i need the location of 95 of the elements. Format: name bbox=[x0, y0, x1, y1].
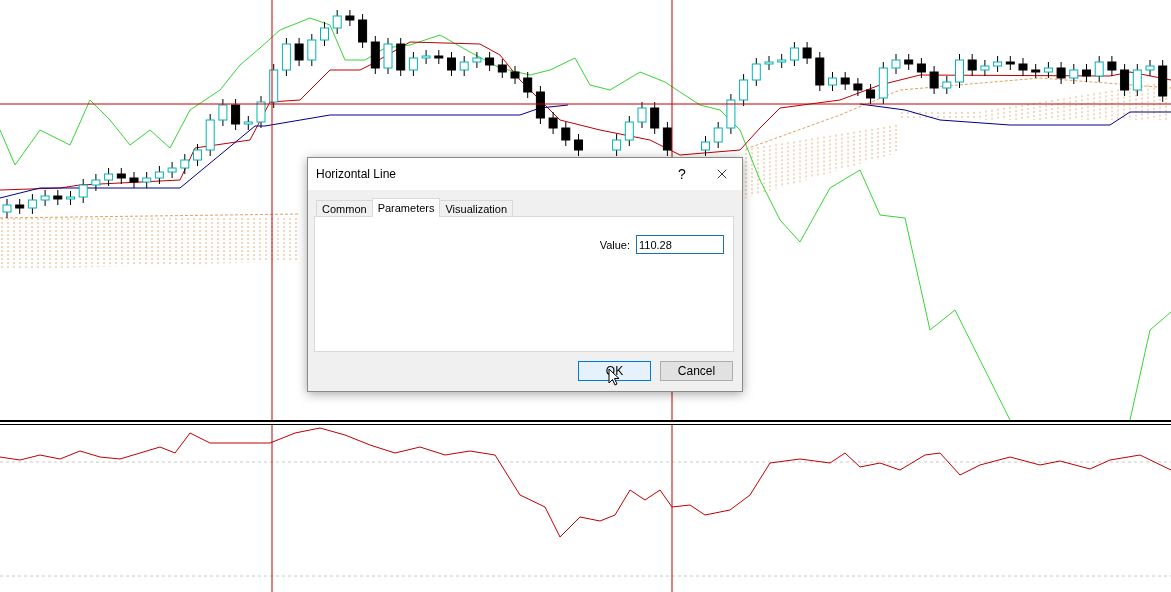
candle bbox=[866, 83, 876, 105]
candle bbox=[1145, 59, 1155, 77]
candle bbox=[624, 115, 634, 147]
help-button[interactable]: ? bbox=[662, 158, 702, 190]
candle bbox=[193, 143, 202, 167]
candle bbox=[739, 73, 749, 107]
tab[interactable]: Visualization bbox=[439, 200, 514, 217]
candle bbox=[294, 37, 304, 67]
candle bbox=[1132, 63, 1142, 97]
candle bbox=[154, 165, 164, 185]
candle bbox=[1120, 63, 1130, 97]
candle bbox=[726, 93, 736, 135]
candle bbox=[231, 98, 241, 131]
candle bbox=[142, 171, 152, 189]
candle bbox=[256, 95, 266, 129]
candle bbox=[129, 171, 139, 189]
candle bbox=[78, 178, 88, 204]
candle bbox=[840, 71, 850, 91]
candle bbox=[205, 113, 215, 157]
candle bbox=[447, 51, 456, 77]
candle bbox=[91, 173, 101, 192]
value-field[interactable]: 110.28 bbox=[636, 235, 724, 254]
candle bbox=[1107, 55, 1117, 77]
candle bbox=[802, 41, 812, 65]
candle bbox=[789, 41, 799, 67]
candle bbox=[878, 61, 888, 105]
candle bbox=[1005, 55, 1015, 71]
candle bbox=[459, 55, 469, 77]
candle bbox=[980, 59, 990, 77]
candle bbox=[167, 161, 177, 179]
candle bbox=[764, 55, 774, 71]
candle bbox=[955, 53, 964, 89]
candle bbox=[485, 51, 495, 72]
candle bbox=[180, 153, 190, 175]
tab[interactable]: Parameters bbox=[371, 198, 441, 217]
candle bbox=[281, 37, 291, 77]
candle bbox=[1043, 61, 1053, 79]
candle bbox=[396, 37, 406, 77]
candle bbox=[916, 57, 926, 79]
candle bbox=[40, 189, 50, 207]
candle bbox=[510, 65, 520, 85]
candle bbox=[15, 198, 25, 215]
candle bbox=[751, 57, 761, 87]
candle bbox=[383, 37, 393, 75]
candle bbox=[1069, 63, 1079, 85]
candle bbox=[853, 77, 863, 97]
candle bbox=[27, 193, 37, 215]
candle bbox=[116, 167, 126, 185]
candle bbox=[218, 98, 228, 127]
candle bbox=[967, 53, 977, 77]
candle bbox=[472, 51, 482, 69]
candle bbox=[66, 190, 75, 206]
candle bbox=[548, 111, 558, 135]
candle bbox=[320, 21, 329, 47]
candle bbox=[434, 49, 444, 65]
candle bbox=[777, 53, 787, 69]
candle bbox=[408, 51, 418, 77]
candle bbox=[421, 49, 431, 65]
candle bbox=[904, 53, 914, 71]
candle bbox=[574, 133, 583, 157]
field-label: Value: bbox=[599, 238, 630, 251]
candle bbox=[929, 65, 939, 95]
candle bbox=[104, 167, 114, 187]
candle bbox=[269, 63, 279, 109]
dialog-title: Horizontal Line bbox=[316, 167, 398, 181]
candle bbox=[53, 189, 63, 206]
candle bbox=[1094, 55, 1104, 83]
candle bbox=[942, 75, 952, 95]
candle bbox=[523, 71, 533, 99]
candle bbox=[612, 133, 622, 157]
tab[interactable]: Common bbox=[316, 200, 373, 217]
candle bbox=[345, 9, 355, 27]
candle bbox=[891, 53, 901, 75]
candle bbox=[358, 13, 368, 49]
candle bbox=[1082, 63, 1091, 83]
candle bbox=[1056, 61, 1066, 85]
candle bbox=[993, 55, 1003, 73]
candle bbox=[370, 35, 380, 75]
candle bbox=[828, 71, 837, 92]
candle bbox=[307, 33, 317, 67]
candle bbox=[561, 121, 571, 147]
candle bbox=[650, 101, 660, 135]
candle bbox=[637, 101, 647, 129]
candle bbox=[1031, 63, 1041, 79]
dialog-button[interactable]: Cancel bbox=[660, 361, 733, 381]
candle bbox=[1018, 57, 1028, 77]
candle bbox=[662, 121, 672, 157]
candle bbox=[535, 85, 545, 125]
candle bbox=[701, 135, 710, 157]
candle bbox=[497, 58, 507, 79]
candle bbox=[815, 51, 825, 92]
candle bbox=[243, 115, 253, 131]
candle bbox=[332, 9, 342, 35]
candle bbox=[713, 121, 723, 149]
candle bbox=[1158, 59, 1168, 103]
